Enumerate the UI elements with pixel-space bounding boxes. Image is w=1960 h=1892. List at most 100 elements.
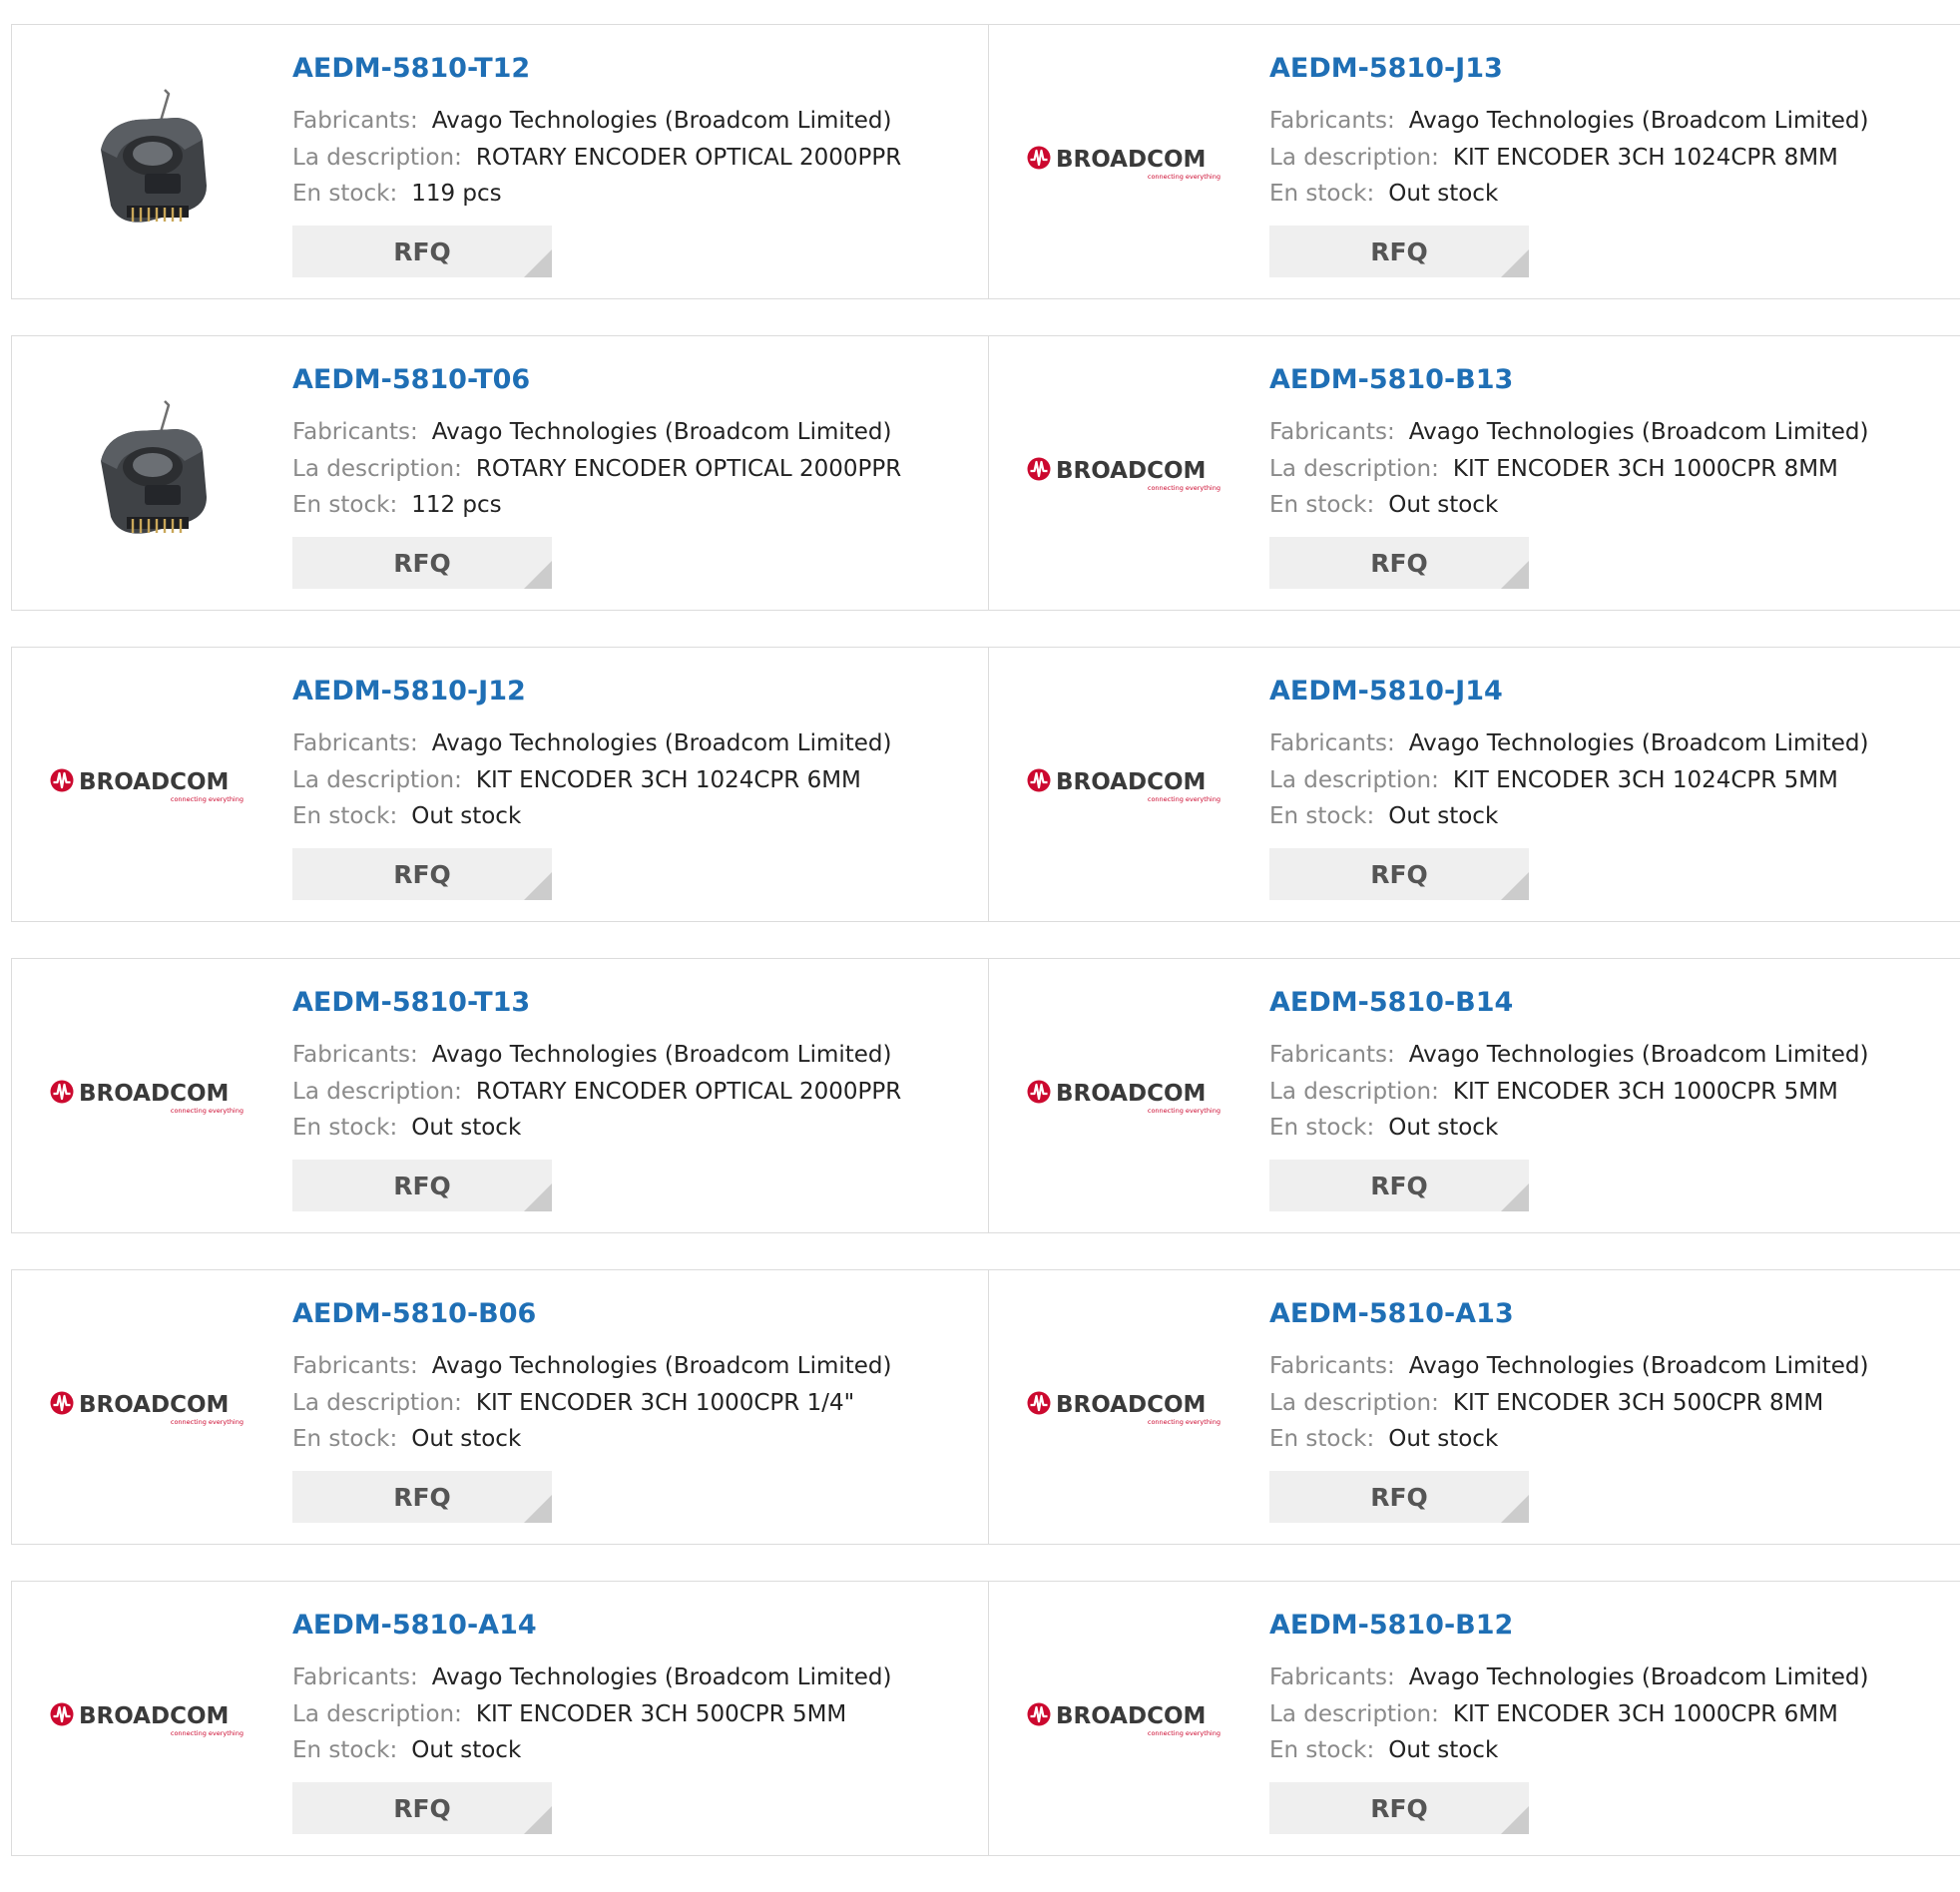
part-number-link[interactable]: AEDM-5810-J13 xyxy=(1269,55,1503,82)
product-image[interactable]: BROADCOM connecting everything xyxy=(1025,1640,1225,1799)
product-image[interactable]: BROADCOM connecting everything xyxy=(48,1017,247,1177)
brand-name: BROADCOM xyxy=(1056,147,1206,173)
brand-tagline: connecting everything xyxy=(171,795,244,803)
stock-value: Out stock xyxy=(411,803,522,829)
description-row: La description: KIT ENCODER 3CH 500CPR 5M… xyxy=(292,1696,978,1733)
rfq-label: RFQ xyxy=(1370,1171,1428,1200)
part-number-link[interactable]: AEDM-5810-T13 xyxy=(292,989,530,1016)
manufacturer-label: Fabricants: xyxy=(1269,1664,1395,1690)
manufacturer-label: Fabricants: xyxy=(1269,730,1395,756)
description-row: La description: ROTARY ENCODER OPTICAL 20… xyxy=(292,1074,978,1111)
stock-label: En stock: xyxy=(292,1115,398,1141)
rfq-corner-decoration xyxy=(524,561,552,589)
rfq-corner-decoration xyxy=(524,1495,552,1523)
product-card: BROADCOM connecting everything AEDM-5810… xyxy=(988,1270,1960,1544)
description-row: La description: KIT ENCODER 3CH 500CPR 8M… xyxy=(1269,1385,1954,1422)
manufacturer-label: Fabricants: xyxy=(292,1042,418,1068)
broadcom-logo: BROADCOM connecting everything xyxy=(1027,768,1221,803)
description-value: KIT ENCODER 3CH 1000CPR 8MM xyxy=(1452,455,1838,482)
description-label: La description: xyxy=(292,1389,462,1416)
product-image[interactable] xyxy=(48,83,247,242)
product-image[interactable]: BROADCOM connecting everything xyxy=(48,706,247,865)
description-value: KIT ENCODER 3CH 1024CPR 8MM xyxy=(1452,144,1838,171)
manufacturer-value: Avago Technologies (Broadcom Limited) xyxy=(1408,1353,1869,1379)
product-image[interactable]: BROADCOM connecting everything xyxy=(1025,394,1225,554)
stock-row: En stock: Out stock xyxy=(292,1421,978,1458)
manufacturer-value: Avago Technologies (Broadcom Limited) xyxy=(1408,1664,1869,1690)
rfq-button[interactable]: RFQ xyxy=(292,848,552,900)
product-image[interactable]: BROADCOM connecting everything xyxy=(48,1640,247,1799)
manufacturer-value: Avago Technologies (Broadcom Limited) xyxy=(431,108,892,134)
rfq-corner-decoration xyxy=(1501,1495,1529,1523)
product-info: AEDM-5810-J13 Fabricants: Avago Technolog… xyxy=(1269,55,1954,213)
broadcom-logo: BROADCOM connecting everything xyxy=(50,1702,244,1737)
stock-value: Out stock xyxy=(1388,1115,1499,1141)
stock-value: Out stock xyxy=(1388,181,1499,207)
manufacturer-value: Avago Technologies (Broadcom Limited) xyxy=(1408,108,1869,134)
rfq-button[interactable]: RFQ xyxy=(1269,1471,1529,1523)
brand-name: BROADCOM xyxy=(1056,1081,1206,1107)
rfq-corner-decoration xyxy=(1501,561,1529,589)
manufacturer-row: Fabricants: Avago Technologies (Broadcom … xyxy=(292,414,978,451)
stock-value: 119 pcs xyxy=(411,181,502,207)
rfq-button[interactable]: RFQ xyxy=(1269,1782,1529,1834)
brand-tagline: connecting everything xyxy=(171,1418,244,1426)
product-info: AEDM-5810-B12 Fabricants: Avago Technolog… xyxy=(1269,1612,1954,1769)
stock-label: En stock: xyxy=(1269,492,1375,518)
rfq-button[interactable]: RFQ xyxy=(292,1782,552,1834)
rfq-corner-decoration xyxy=(524,249,552,277)
description-row: La description: KIT ENCODER 3CH 1024CPR 5… xyxy=(1269,762,1954,799)
description-label: La description: xyxy=(1269,766,1439,793)
rfq-label: RFQ xyxy=(393,236,451,266)
manufacturer-label: Fabricants: xyxy=(1269,1353,1395,1379)
stock-value: Out stock xyxy=(1388,492,1499,518)
part-number-link[interactable]: AEDM-5810-A14 xyxy=(292,1612,537,1639)
rfq-button[interactable]: RFQ xyxy=(292,1471,552,1523)
manufacturer-label: Fabricants: xyxy=(292,1353,418,1379)
rfq-button[interactable]: RFQ xyxy=(292,226,552,277)
rfq-button[interactable]: RFQ xyxy=(1269,848,1529,900)
rfq-button[interactable]: RFQ xyxy=(292,537,552,589)
part-number-link[interactable]: AEDM-5810-T06 xyxy=(292,366,530,393)
brand-name: BROADCOM xyxy=(79,1703,229,1729)
brand-tagline: connecting everything xyxy=(1148,1107,1221,1115)
stock-label: En stock: xyxy=(1269,1115,1375,1141)
stock-row: En stock: Out stock xyxy=(292,798,978,835)
brand-name: BROADCOM xyxy=(1056,769,1206,795)
description-value: KIT ENCODER 3CH 1000CPR 6MM xyxy=(1452,1700,1838,1727)
product-image[interactable]: BROADCOM connecting everything xyxy=(1025,706,1225,865)
part-number-link[interactable]: AEDM-5810-B06 xyxy=(292,1300,536,1327)
broadcom-logo: BROADCOM connecting everything xyxy=(1027,146,1221,181)
product-image[interactable] xyxy=(48,394,247,554)
part-number-link[interactable]: AEDM-5810-J12 xyxy=(292,678,526,705)
product-card: AEDM-5810-T12 Fabricants: Avago Technolog… xyxy=(12,25,988,298)
part-number-link[interactable]: AEDM-5810-B13 xyxy=(1269,366,1513,393)
part-number-link[interactable]: AEDM-5810-T12 xyxy=(292,55,530,82)
rfq-button[interactable]: RFQ xyxy=(1269,1160,1529,1211)
product-image[interactable]: BROADCOM connecting everything xyxy=(1025,1017,1225,1177)
rfq-corner-decoration xyxy=(524,1183,552,1211)
description-label: La description: xyxy=(292,144,462,171)
manufacturer-value: Avago Technologies (Broadcom Limited) xyxy=(431,1353,892,1379)
product-image[interactable]: BROADCOM connecting everything xyxy=(1025,1328,1225,1488)
rfq-button[interactable]: RFQ xyxy=(1269,226,1529,277)
part-number-link[interactable]: AEDM-5810-A13 xyxy=(1269,1300,1514,1327)
manufacturer-row: Fabricants: Avago Technologies (Broadcom … xyxy=(1269,414,1954,451)
product-image[interactable]: BROADCOM connecting everything xyxy=(48,1328,247,1488)
manufacturer-label: Fabricants: xyxy=(292,108,418,134)
part-number-link[interactable]: AEDM-5810-B14 xyxy=(1269,989,1513,1016)
manufacturer-value: Avago Technologies (Broadcom Limited) xyxy=(1408,730,1869,756)
product-card: BROADCOM connecting everything AEDM-5810… xyxy=(12,648,988,921)
part-number-link[interactable]: AEDM-5810-J14 xyxy=(1269,678,1503,705)
product-row: BROADCOM connecting everything AEDM-5810… xyxy=(11,647,1960,922)
manufacturer-label: Fabricants: xyxy=(1269,108,1395,134)
rfq-label: RFQ xyxy=(1370,1482,1428,1512)
rfq-corner-decoration xyxy=(1501,1806,1529,1834)
rfq-button[interactable]: RFQ xyxy=(1269,537,1529,589)
part-number-link[interactable]: AEDM-5810-B12 xyxy=(1269,1612,1513,1639)
rfq-button[interactable]: RFQ xyxy=(292,1160,552,1211)
broadcom-logo: BROADCOM connecting everything xyxy=(1027,457,1221,492)
product-card: BROADCOM connecting everything AEDM-5810… xyxy=(988,1582,1960,1855)
rfq-label: RFQ xyxy=(393,1482,451,1512)
product-image[interactable]: BROADCOM connecting everything xyxy=(1025,83,1225,242)
